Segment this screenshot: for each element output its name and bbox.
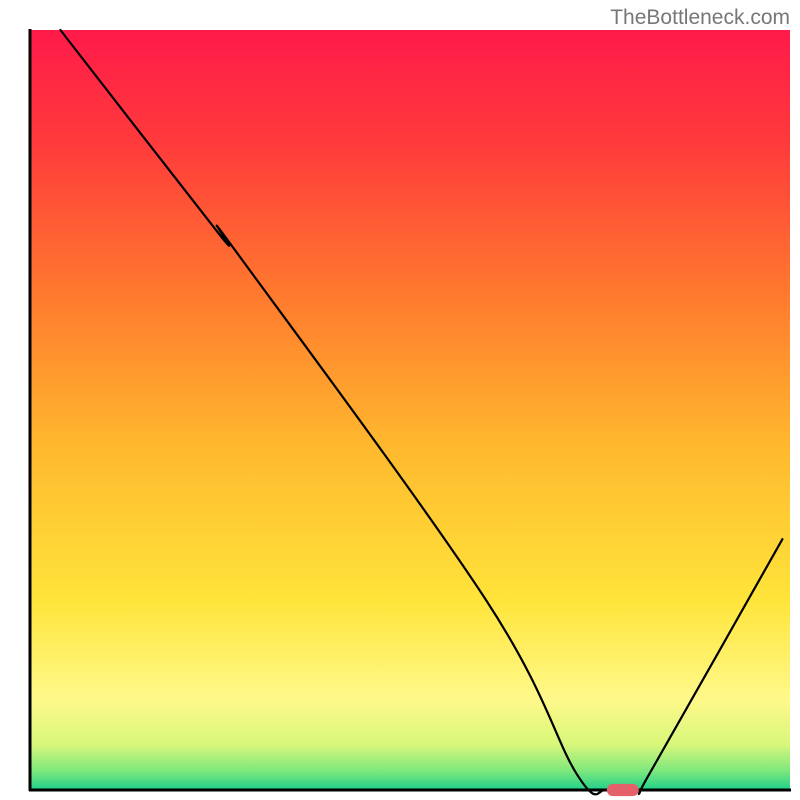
target-marker bbox=[607, 784, 639, 796]
chart-svg bbox=[0, 0, 800, 800]
bottleneck-chart bbox=[0, 0, 800, 800]
watermark-text: TheBottleneck.com bbox=[610, 6, 790, 30]
plot-background bbox=[30, 30, 790, 790]
